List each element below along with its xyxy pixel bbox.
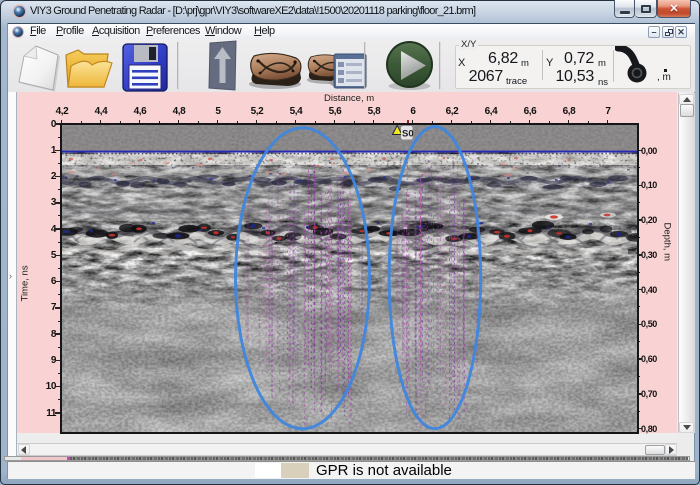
svg-text:S0: S0 <box>402 128 414 139</box>
